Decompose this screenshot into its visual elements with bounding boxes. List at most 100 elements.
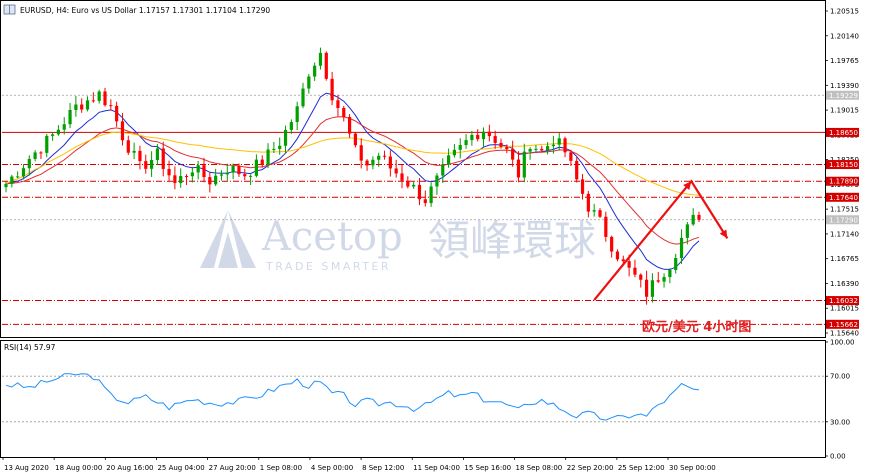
time-label-9: 15 Sep 16:00 (464, 464, 511, 472)
candle-body-115 (674, 258, 678, 270)
price-tick-4: 1.19015 (830, 107, 859, 115)
candle-body-88 (516, 159, 521, 178)
candle-body-18 (109, 105, 113, 107)
candle-body-22 (132, 150, 136, 153)
candle-body-30 (179, 176, 183, 184)
time-label-12: 25 Sep 12:00 (618, 464, 665, 472)
price-tick-2: 1.19765 (830, 57, 859, 65)
candle-body-62 (365, 160, 369, 166)
watermark-brand: Acetop (261, 214, 403, 260)
candle-body-34 (202, 165, 206, 178)
candle-body-44 (260, 159, 264, 166)
candle-body-112 (656, 280, 660, 282)
candle-body-97 (569, 152, 573, 161)
candle-body-117 (685, 224, 689, 238)
price-tick-12: 1.16015 (830, 305, 859, 313)
price-tick-1: 1.20140 (830, 32, 859, 40)
candle-body-93 (545, 146, 550, 151)
candle-body-76 (446, 155, 451, 165)
candle-body-51 (301, 88, 305, 107)
candle-body-109 (639, 274, 643, 280)
price-tick-8: 1.17515 (830, 206, 859, 214)
price-tag-6: 1.16032 (829, 297, 858, 305)
candle-body-40 (237, 166, 241, 175)
candle-body-84 (493, 136, 497, 143)
rsi-label: RSI(14) 57.97 (4, 343, 56, 352)
candle-body-28 (167, 168, 171, 176)
candle-body-9 (56, 129, 61, 135)
candle-body-89 (522, 151, 526, 178)
candle-body-106 (621, 259, 625, 262)
candle-body-53 (313, 65, 317, 77)
header-info: EURUSD, H4: Euro vs US Dollar 1.17157 1.… (3, 4, 270, 15)
time-label-2: 20 Aug 16:00 (106, 464, 153, 472)
candle-body-105 (615, 251, 620, 260)
candle-body-90 (528, 149, 532, 152)
rsi-panel-frame (0, 340, 826, 458)
candle-body-37 (219, 174, 224, 176)
candle-body-24 (144, 161, 148, 169)
candle-body-5 (33, 152, 37, 159)
candle-body-54 (318, 52, 323, 66)
candle-body-57 (336, 100, 340, 108)
candle-body-99 (580, 179, 585, 194)
price-tag-5: 1.17290 (829, 216, 858, 224)
candle-body-2 (16, 176, 20, 178)
candle-body-41 (243, 174, 247, 177)
rsi-tick-0: 100.00 (830, 339, 855, 347)
candle-body-23 (138, 150, 142, 162)
price-tick-11: 1.16390 (830, 280, 859, 288)
price-tag-4: 1.17640 (829, 194, 858, 202)
candle-body-80 (470, 134, 474, 141)
candle-body-32 (190, 172, 194, 177)
candle-body-33 (196, 165, 200, 173)
candle-body-67 (394, 168, 398, 174)
candle-body-46 (272, 148, 276, 150)
candle-body-71 (417, 184, 422, 200)
rsi-tick-2: 30.00 (830, 418, 850, 426)
candle-body-56 (330, 78, 334, 101)
price-tick-10: 1.16765 (830, 255, 859, 263)
candle-body-83 (487, 131, 491, 137)
candle-body-59 (347, 117, 352, 134)
candle-body-75 (441, 164, 445, 176)
price-tick-13: 1.15640 (830, 330, 859, 338)
candle-body-87 (511, 149, 515, 160)
candle-body-31 (184, 176, 189, 178)
candle-body-81 (476, 134, 480, 140)
candle-body-113 (662, 277, 666, 282)
candle-body-85 (499, 142, 503, 147)
candle-body-116 (679, 237, 684, 259)
candle-body-95 (557, 138, 561, 145)
candle-body-48 (283, 129, 288, 146)
candle-body-96 (563, 138, 567, 153)
candle-body-50 (295, 106, 299, 123)
candle-body-21 (126, 140, 130, 153)
candle-body-49 (289, 122, 293, 130)
candle-body-61 (359, 145, 363, 161)
rsi-tick-3: 0.00 (830, 453, 846, 461)
time-label-0: 13 Aug 2020 (4, 464, 49, 472)
candle-body-94 (551, 144, 556, 147)
candle-body-11 (68, 109, 72, 125)
candle-body-10 (62, 124, 66, 130)
chart-canvas[interactable]: Acetop TRADE SMARTER 領峰環球 1.20515 1.20140… (0, 0, 870, 476)
candle-body-108 (633, 267, 637, 275)
candle-body-17 (103, 91, 107, 106)
time-label-10: 18 Sep 08:00 (516, 464, 563, 472)
candle-body-82 (481, 131, 486, 140)
candle-body-16 (97, 91, 101, 101)
candle-body-66 (388, 156, 392, 169)
price-tick-3: 1.19390 (830, 82, 859, 90)
candle-body-36 (214, 175, 218, 185)
symbol-info: EURUSD, H4: Euro vs US Dollar 1.17157 1.… (20, 6, 270, 15)
price-tick-9: 1.17140 (830, 230, 859, 238)
candle-body-55 (324, 52, 328, 79)
price-tick-0: 1.20515 (830, 8, 859, 16)
candle-body-25 (149, 159, 154, 169)
time-label-6: 4 Sep 00:00 (311, 464, 353, 472)
candle-body-45 (266, 149, 270, 166)
candle-body-14 (85, 100, 90, 110)
candle-body-1 (10, 176, 14, 184)
watermark-chinese: 領峰環球 (428, 216, 596, 265)
